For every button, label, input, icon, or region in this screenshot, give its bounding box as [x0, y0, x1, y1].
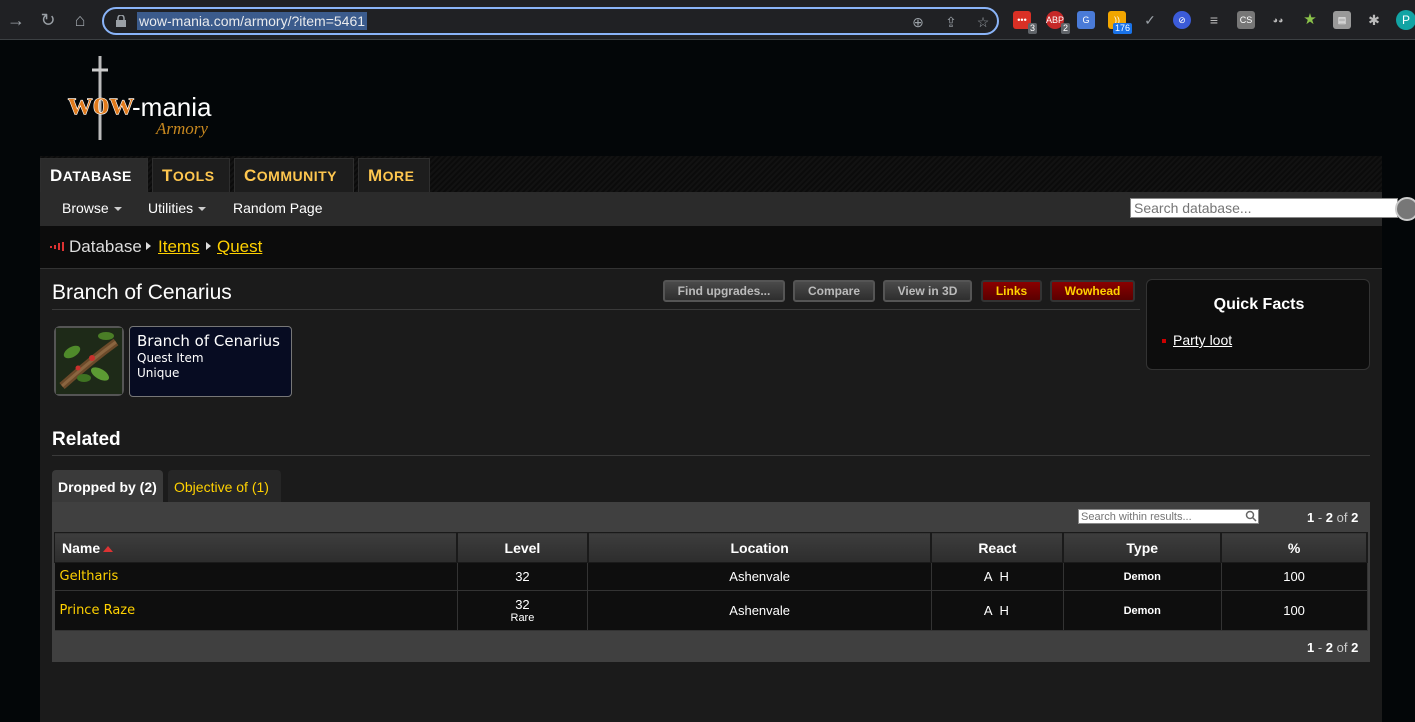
page-title: Branch of Cenarius: [52, 281, 232, 304]
title-divider: [52, 309, 1140, 310]
utilities-menu[interactable]: Utilities: [148, 200, 207, 216]
view-in-3d-button[interactable]: View in 3D: [883, 280, 972, 302]
npc-level: 32 Rare: [457, 590, 589, 631]
wowhead-button[interactable]: Wowhead: [1050, 280, 1135, 302]
column-level[interactable]: Level: [456, 532, 589, 563]
wow-mania-logo[interactable]: wow -mania Armory: [66, 52, 226, 144]
signal-icon: [50, 242, 64, 251]
item-icon[interactable]: [54, 326, 124, 396]
related-heading: Related: [52, 429, 121, 450]
breadcrumb-database[interactable]: Database: [69, 237, 142, 257]
zoom-icon[interactable]: ⊕: [909, 13, 927, 31]
star-icon[interactable]: ★: [1301, 11, 1319, 29]
lock-icon: [116, 15, 126, 27]
chevron-down-icon: [113, 207, 122, 212]
tab-community[interactable]: COMMUNITY: [234, 158, 354, 192]
results-listview: 1 - 2 of 2 Name Level Location React Typ…: [52, 502, 1370, 662]
npc-location[interactable]: Ashenvale: [587, 590, 932, 631]
drop-percent: 100: [1221, 562, 1368, 591]
tab-more[interactable]: MORE: [358, 158, 430, 192]
profile-avatar[interactable]: P: [1396, 10, 1415, 30]
puzzle-icon[interactable]: ✱: [1365, 11, 1383, 29]
search-icon[interactable]: [1395, 197, 1415, 221]
tab-tools[interactable]: TOOLS: [152, 158, 230, 192]
tab-objective-of[interactable]: Objective of (1): [168, 470, 281, 502]
tooltip-item-type: Quest Item: [137, 351, 204, 365]
breadcrumb-arrow-icon: [206, 242, 211, 250]
css-icon[interactable]: CS: [1237, 11, 1255, 29]
breadcrumb-items[interactable]: Items: [158, 237, 200, 257]
related-divider: [52, 455, 1370, 456]
npc-react: A H: [931, 590, 1064, 631]
table-row[interactable]: Geltharis 32 Ashenvale A H Demon 100: [54, 562, 1368, 591]
address-bar[interactable]: wow-mania.com/armory/?item=5461 ⊕ ⇪ ☆: [102, 7, 999, 35]
quick-facts-title: Quick Facts: [1213, 296, 1305, 313]
npc-react: A H: [931, 562, 1064, 591]
results-count-top: 1 - 2 of 2: [1307, 510, 1359, 525]
column-name[interactable]: Name: [54, 532, 458, 563]
svg-text:wow: wow: [68, 85, 135, 122]
svg-text:Armory: Armory: [155, 119, 208, 138]
chevron-down-icon: [198, 207, 207, 212]
tab-database[interactable]: DATABASE: [40, 158, 148, 192]
npc-location[interactable]: Ashenvale: [587, 562, 932, 591]
table-row[interactable]: Prince Raze 32 Rare Ashenvale A H Demon 1…: [54, 590, 1368, 631]
search-icon[interactable]: [1245, 510, 1257, 522]
drop-percent: 100: [1221, 590, 1368, 631]
svg-text:-mania: -mania: [132, 92, 212, 122]
reload-icon[interactable]: ↻: [36, 8, 60, 32]
npc-classification: Rare: [510, 612, 535, 624]
breadcrumb-arrow-icon: [146, 242, 151, 250]
rss-icon[interactable]: )) 176: [1108, 11, 1132, 34]
browse-menu[interactable]: Browse: [62, 200, 122, 216]
image-icon[interactable]: ▤: [1333, 11, 1351, 29]
url-text[interactable]: wow-mania.com/armory/?item=5461: [137, 12, 368, 30]
quick-facts-panel: Quick Facts Party loot: [1146, 279, 1370, 370]
npc-name-link[interactable]: Geltharis: [54, 562, 458, 591]
search-database-input[interactable]: [1130, 198, 1398, 218]
column-react[interactable]: React: [930, 532, 1065, 563]
spy-icon[interactable]: ◕◕: [1269, 11, 1287, 29]
quick-facts-party-loot[interactable]: Party loot: [1173, 332, 1232, 348]
check-icon[interactable]: ✓: [1141, 11, 1159, 29]
share-icon[interactable]: ⇪: [942, 13, 960, 31]
home-icon[interactable]: ⌂: [68, 8, 92, 32]
search-within-results-input[interactable]: [1078, 509, 1259, 524]
npc-type: Demon: [1063, 562, 1222, 591]
database-icon[interactable]: ≡: [1205, 11, 1223, 29]
column-percent[interactable]: %: [1220, 532, 1368, 563]
column-location[interactable]: Location: [587, 532, 933, 563]
translate-icon[interactable]: G: [1077, 11, 1095, 29]
tooltip-item-name: Branch of Cenarius: [137, 332, 280, 350]
links-button[interactable]: Links: [981, 280, 1042, 302]
column-type[interactable]: Type: [1062, 532, 1223, 563]
bookmark-star-icon[interactable]: ☆: [974, 13, 992, 31]
bullet-icon: [1162, 339, 1166, 343]
item-tooltip: Branch of Cenarius Quest Item Unique: [129, 326, 292, 397]
random-page-link[interactable]: Random Page: [233, 200, 323, 216]
breadcrumb-quest[interactable]: Quest: [217, 237, 262, 257]
npc-type: Demon: [1063, 590, 1222, 631]
sub-nav: Browse Utilities Random Page: [40, 192, 1415, 226]
sort-ascending-icon: [103, 545, 114, 552]
adblock-icon[interactable]: ABP 2: [1046, 11, 1070, 34]
results-table: Name Level Location React Type % Gelthar…: [54, 532, 1368, 631]
extension-todo-icon[interactable]: ••• 3: [1013, 11, 1037, 34]
main-nav: DATABASE TOOLS COMMUNITY MORE: [40, 156, 1382, 192]
npc-name-link[interactable]: Prince Raze: [54, 590, 458, 631]
forward-icon[interactable]: →: [4, 8, 28, 32]
tab-dropped-by[interactable]: Dropped by (2): [52, 470, 163, 502]
branch-icon: [56, 328, 122, 394]
compare-button[interactable]: Compare: [793, 280, 875, 302]
results-count-bottom: 1 - 2 of 2: [1307, 640, 1359, 655]
npc-level: 32: [457, 562, 589, 591]
block-icon[interactable]: ⊘: [1173, 11, 1191, 29]
tooltip-item-unique: Unique: [137, 366, 180, 380]
find-upgrades-button[interactable]: Find upgrades...: [663, 280, 785, 302]
browser-toolbar: → ↻ ⌂ wow-mania.com/armory/?item=5461 ⊕ …: [0, 0, 1415, 40]
breadcrumb: Database Items Quest: [40, 226, 1382, 268]
main-content: Branch of Cenarius Find upgrades... Comp…: [40, 268, 1382, 722]
